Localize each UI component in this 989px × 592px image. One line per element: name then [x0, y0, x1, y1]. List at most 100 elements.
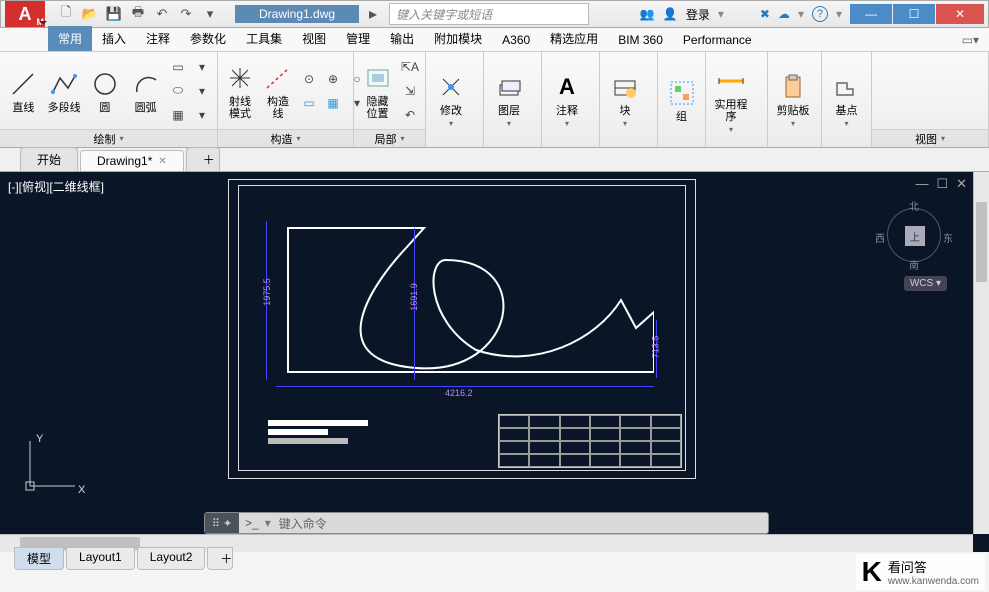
help-icon[interactable]: ? [812, 6, 828, 22]
panel-layers: 图层▾ [484, 52, 542, 147]
viewcube-top[interactable]: 上 [905, 226, 925, 246]
watermark-logo-icon: K [862, 556, 882, 588]
annotate-button[interactable]: A注释▾ [546, 69, 588, 130]
dropdown-icon[interactable]: ▾ [191, 56, 213, 78]
saveas-icon[interactable]: 🖶 [127, 3, 149, 25]
panel-local-label[interactable]: 局部 [354, 129, 425, 147]
panel-view-label[interactable]: 视图 [872, 129, 988, 147]
a360-icon[interactable]: ☁ [778, 7, 790, 21]
file-tab-add[interactable]: ＋ [186, 147, 220, 171]
proj-icon[interactable]: ⊙ [298, 68, 320, 90]
layers-button[interactable]: 图层▾ [488, 69, 530, 130]
layout-tab-add[interactable]: ＋ [207, 547, 233, 570]
tab-performance[interactable]: Performance [673, 29, 762, 51]
wcs-badge[interactable]: WCS ▾ [904, 276, 947, 291]
redo-icon[interactable]: ↷ [175, 3, 197, 25]
viewport-label[interactable]: [-][俯视][二维线框] [8, 178, 104, 195]
scrollbar-vertical[interactable] [973, 172, 989, 534]
basepoint-button[interactable]: 基点▾ [826, 69, 867, 130]
tab-bim360[interactable]: BIM 360 [608, 29, 673, 51]
tab-parametric[interactable]: 参数化 [180, 26, 236, 51]
viewcube[interactable]: 北 东 南 西 上 [879, 200, 949, 270]
constline-button[interactable]: 构造 线 [260, 60, 296, 122]
tab-addins[interactable]: 附加模块 [424, 26, 492, 51]
hatch-icon[interactable]: ▦ [167, 104, 189, 126]
dim-bottom: 4216.2 [445, 388, 473, 398]
save-icon[interactable]: 💾 [103, 3, 125, 25]
maximize-button[interactable]: ☐ [893, 4, 935, 24]
group-button[interactable]: 组 [662, 75, 701, 125]
qat-dropdown-icon[interactable]: ▾ [199, 3, 221, 25]
watermark-name: 看问答 [888, 557, 979, 576]
drawing-canvas[interactable]: [-][俯视][二维线框] — ☐ ✕ 1975.5 1691.9 713.5 … [0, 172, 989, 552]
polyline-button[interactable]: 多段线 [45, 66, 84, 116]
rect-icon[interactable]: ▭ [167, 56, 189, 78]
signin-icon[interactable]: 👤 [663, 7, 678, 21]
dim-left: 1975.5 [262, 278, 272, 306]
dropdown-icon[interactable]: ▾ [191, 104, 213, 126]
titlebar: AM 🗋 📂 💾 🖶 ↶ ↷ ▾ Drawing1.dwg ▸ 键入关键字或短语… [0, 0, 989, 28]
ellipse-icon[interactable]: ⬭ [167, 80, 189, 102]
hide-button[interactable]: 隐藏 位置 [358, 60, 397, 122]
ribbon-minimize-icon[interactable]: ▭▾ [952, 29, 989, 51]
layout-tabs: 模型 Layout1 Layout2 ＋ [14, 547, 235, 570]
watermark-url: www.kanwenda.com [888, 576, 979, 587]
panel-basepoint: 基点▾ [822, 52, 872, 147]
dropdown-icon[interactable]: ▾ [191, 80, 213, 102]
undo2-icon[interactable]: ↶ [399, 104, 421, 126]
new-icon[interactable]: 🗋 [55, 3, 77, 25]
cross-icon[interactable]: ▦ [322, 92, 344, 114]
tab-insert[interactable]: 插入 [92, 26, 136, 51]
close-icon[interactable]: ✕ [158, 156, 166, 167]
cmd-handle[interactable]: ⠿ ✦ [205, 513, 239, 533]
ribbon-tabs: 常用 插入 注释 参数化 工具集 视图 管理 输出 附加模块 A360 精选应用… [0, 28, 989, 52]
tab-a360[interactable]: A360 [492, 29, 540, 51]
tab-annotate[interactable]: 注释 [136, 26, 180, 51]
tab-output[interactable]: 输出 [380, 26, 424, 51]
vp-close-icon[interactable]: ✕ [956, 176, 967, 192]
panel-annotate: A注释▾ [542, 52, 600, 147]
minimize-button[interactable]: — [850, 4, 892, 24]
vp-maximize-icon[interactable]: ☐ [936, 176, 948, 192]
watermark: K 看问答 www.kanwenda.com [856, 554, 985, 590]
rect2-icon[interactable]: ▭ [298, 92, 320, 114]
line-button[interactable]: 直线 [4, 66, 43, 116]
centerline-icon[interactable]: ⊕ [322, 68, 344, 90]
ray-button[interactable]: 射线 模式 [222, 60, 258, 122]
file-tab-drawing1[interactable]: Drawing1*✕ [80, 150, 184, 171]
tab-home[interactable]: 常用 [48, 26, 92, 51]
layout-tab-model[interactable]: 模型 [14, 547, 64, 570]
undo-icon[interactable]: ↶ [151, 3, 173, 25]
block-button[interactable]: 块▾ [604, 69, 646, 130]
status-bar: 模型 Layout1 Layout2 ＋ ▦ ⏛ ↳ ✚ ☰ ✿ M K 看问答… [0, 552, 989, 592]
shrink-icon[interactable]: ⇲ [399, 80, 421, 102]
modify-button[interactable]: 修改▾ [430, 69, 472, 130]
exchange-icon[interactable]: ✖ [760, 7, 770, 21]
arc-button[interactable]: 圆弧 [126, 66, 165, 116]
layout-tab-2[interactable]: Layout2 [137, 547, 206, 570]
clipboard-button[interactable]: 剪贴板▾ [772, 69, 814, 130]
panel-local: 隐藏 位置 ⇱A ⇲ ↶ 局部 [354, 52, 426, 147]
tab-featured[interactable]: 精选应用 [540, 26, 608, 51]
layout-tab-1[interactable]: Layout1 [66, 547, 135, 570]
dim-right: 713.5 [650, 336, 660, 359]
utils-button[interactable]: 实用程序▾ [710, 63, 752, 136]
close-button[interactable]: ✕ [936, 4, 984, 24]
tab-view[interactable]: 视图 [292, 26, 336, 51]
panel-construct-label[interactable]: 构造 [218, 129, 353, 147]
tab-manage[interactable]: 管理 [336, 26, 380, 51]
expand-icon[interactable]: ⇱A [399, 56, 421, 78]
file-tab-start[interactable]: 开始 [20, 147, 78, 171]
signin-label[interactable]: 登录 [686, 6, 710, 23]
drawing-notes [268, 420, 368, 447]
vp-minimize-icon[interactable]: — [915, 176, 928, 192]
panel-draw-label[interactable]: 绘制 [0, 129, 217, 147]
open-icon[interactable]: 📂 [79, 3, 101, 25]
infocenter-icon[interactable]: 👥 [640, 7, 655, 21]
app-logo[interactable]: AM [5, 1, 45, 27]
panel-draw: 直线 多段线 圆 圆弧 ▭ ▾ ⬭ ▾ ▦ ▾ 绘制 [0, 52, 218, 147]
search-input[interactable]: 键入关键字或短语 [389, 3, 589, 25]
command-line[interactable]: ⠿ ✦ >_ ▾ 键入命令 [204, 512, 769, 534]
tab-toolset[interactable]: 工具集 [236, 26, 292, 51]
circle-button[interactable]: 圆 [86, 66, 125, 116]
